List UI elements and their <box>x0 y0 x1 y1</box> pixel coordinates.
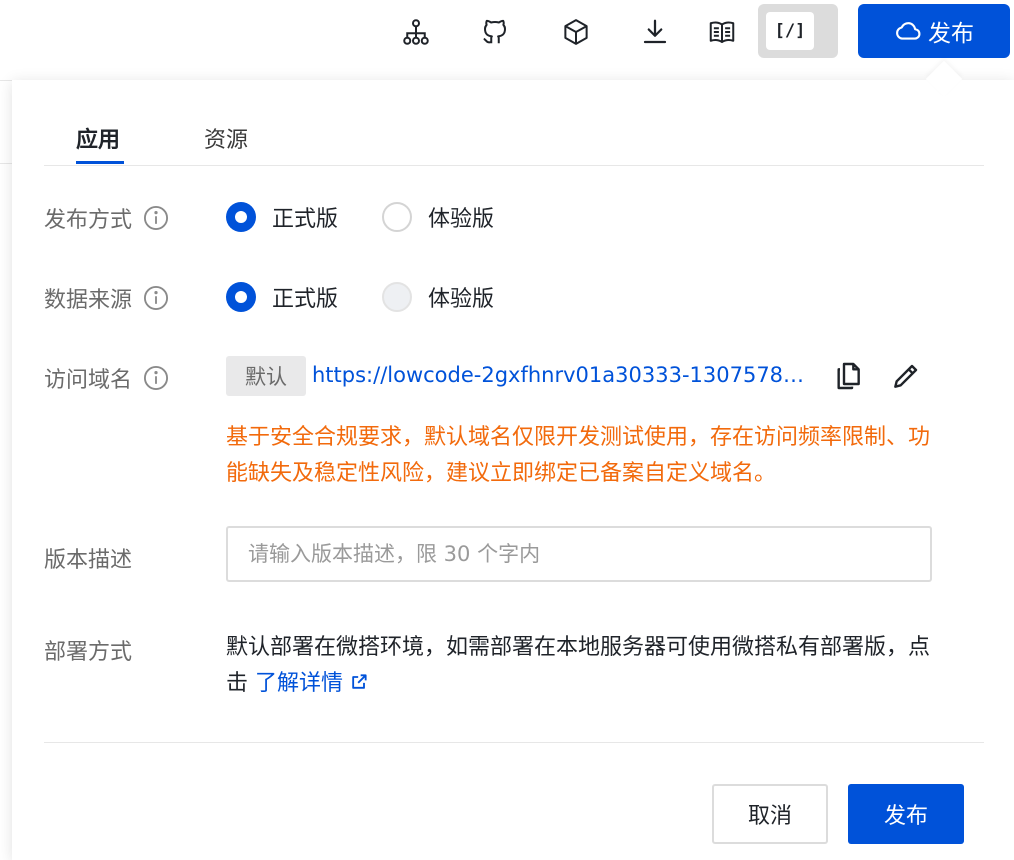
background-divider <box>0 163 12 164</box>
github-icon[interactable] <box>477 14 513 50</box>
version-desc-label: 版本描述 <box>44 548 133 573</box>
radio-checked-icon <box>226 202 256 232</box>
sitemap-icon[interactable] <box>398 14 434 50</box>
radio-unchecked-icon <box>382 202 412 232</box>
publish-mode-label-row: 发布方式 <box>44 202 170 234</box>
radio-publish-release[interactable]: 正式版 <box>226 201 338 233</box>
cloud-icon <box>896 22 921 40</box>
version-desc-input[interactable] <box>226 526 932 582</box>
info-icon[interactable] <box>142 204 170 232</box>
cube-icon[interactable] <box>558 14 594 50</box>
radio-disabled-icon <box>382 282 412 312</box>
footer-divider <box>44 742 984 743</box>
code-view-toggle[interactable]: [/] <box>758 4 838 58</box>
data-source-label-row: 数据来源 <box>44 282 170 314</box>
copy-icon[interactable] <box>832 360 864 392</box>
radio-publish-trial[interactable]: 体验版 <box>382 201 494 233</box>
domain-label: 访问域名 <box>44 368 133 393</box>
version-desc-label-row: 版本描述 <box>44 542 132 574</box>
learn-more-label: 了解详情 <box>255 671 344 696</box>
radio-label: 正式版 <box>272 287 339 312</box>
domain-label-row: 访问域名 <box>44 362 170 394</box>
info-icon[interactable] <box>142 364 170 392</box>
radio-source-release[interactable]: 正式版 <box>226 281 338 313</box>
radio-label: 正式版 <box>272 207 339 232</box>
tab-app[interactable]: 应用 <box>76 122 120 154</box>
default-badge: 默认 <box>226 356 306 396</box>
deploy-label: 部署方式 <box>44 640 133 665</box>
book-icon[interactable] <box>704 14 740 50</box>
learn-more-link[interactable]: 了解详情 <box>255 671 369 696</box>
publish-button[interactable]: 发布 <box>848 784 964 844</box>
data-source-label: 数据来源 <box>44 288 133 313</box>
radio-label: 体验版 <box>428 207 495 232</box>
tab-bar: 应用 资源 <box>44 100 984 166</box>
publish-mode-label: 发布方式 <box>44 208 133 233</box>
top-toolbar: [/] 发布 <box>0 0 1014 80</box>
domain-warning-text: 基于安全合规要求，默认域名仅限开发测试使用，存在访问频率限制、功能缺失及稳定性风… <box>226 425 931 486</box>
radio-checked-icon <box>226 282 256 312</box>
deploy-label-row: 部署方式 <box>44 634 132 666</box>
edit-icon[interactable] <box>890 360 922 392</box>
publish-button-top[interactable]: 发布 <box>858 4 1010 58</box>
tab-resources[interactable]: 资源 <box>204 122 248 154</box>
download-icon[interactable] <box>637 14 673 50</box>
active-tab-indicator <box>76 161 124 164</box>
radio-label: 体验版 <box>428 287 495 312</box>
code-toggle-label: [/] <box>766 12 814 50</box>
publish-top-label: 发布 <box>928 21 974 47</box>
radio-source-trial: 体验版 <box>382 281 494 313</box>
info-icon[interactable] <box>142 284 170 312</box>
deploy-description: 默认部署在微搭环境，如需部署在本地服务器可使用微搭私有部署版，点击 了解详情 <box>226 630 946 702</box>
domain-url-link[interactable]: https://lowcode-2gxfhnrv01a30333-1307578… <box>312 363 822 387</box>
external-link-icon <box>352 674 367 689</box>
cancel-button[interactable]: 取消 <box>712 784 828 844</box>
